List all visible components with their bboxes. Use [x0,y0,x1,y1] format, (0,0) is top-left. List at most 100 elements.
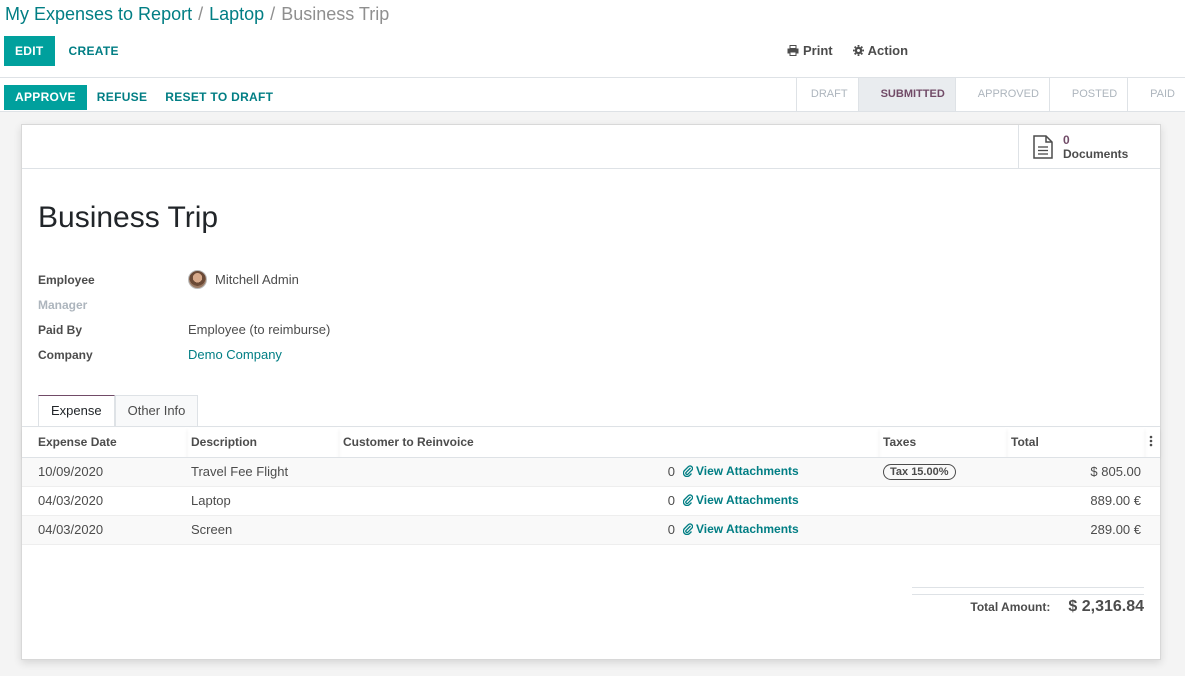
table-header-row: Expense Date Description Customer to Rei… [22,428,1160,458]
control-panel-buttons: EDIT CREATE [4,36,127,66]
status-step-approved[interactable]: APPROVED [954,78,1049,111]
company-row: Company Demo Company [38,342,330,367]
refuse-button[interactable]: REFUSE [89,82,155,112]
cell-qty: 0 [559,515,679,545]
paid-by-row: Paid By Employee (to reimburse) [38,317,330,342]
cell-qty: 0 [559,486,679,516]
form-fields: Employee Mitchell Admin Manager Paid By … [38,267,330,367]
paid-by-label: Paid By [38,322,83,337]
view-attachments-label: View Attachments [696,492,799,507]
view-attachments-link[interactable]: View Attachments [683,522,799,536]
expense-lines-table: Expense Date Description Customer to Rei… [22,428,1160,545]
cell-customer [339,515,559,545]
table-row[interactable]: 04/03/2020 Screen 0 View Attachments 289… [22,515,1160,545]
status-step-paid[interactable]: PAID [1127,78,1185,111]
notebook-tabs: Expense Other Info [38,395,199,427]
view-attachments-label: View Attachments [696,463,799,478]
view-attachments-label: View Attachments [696,521,799,536]
table-row[interactable]: 10/09/2020 Travel Fee Flight 0 View Atta… [22,457,1160,487]
status-step-posted[interactable]: POSTED [1048,78,1127,111]
breadcrumb-separator: / [198,4,204,24]
tax-badge: Tax 15.00% [883,464,956,480]
cell-total: 289.00 € [1007,515,1145,545]
paperclip-icon [683,522,693,535]
cell-total: $ 805.00 [1007,457,1145,487]
breadcrumb-item-laptop[interactable]: Laptop [209,4,264,24]
control-panel: My Expenses to Report / Laptop / Business Tr… [0,0,1185,78]
action-button[interactable]: Action [852,43,909,58]
record-title[interactable]: Business Trip [38,201,218,235]
employee-value: Mitchell Admin [215,272,299,287]
cell-attachments: View Attachments [679,515,879,545]
view-attachments-link[interactable]: View Attachments [683,493,799,507]
paperclip-icon [683,493,693,506]
column-header-expense-date[interactable]: Expense Date [22,428,187,458]
cell-total: 889.00 € [1007,486,1145,516]
column-header-taxes[interactable]: Taxes [879,428,1007,458]
status-step-submitted[interactable]: SUBMITTED [857,78,955,111]
sidebar-actions: Print Action [787,43,908,58]
printer-icon [787,45,799,56]
cell-spacer [1145,486,1160,516]
breadcrumb-separator: / [270,4,276,24]
documents-stat: 0 Documents [1063,133,1128,161]
reset-to-draft-button[interactable]: RESET TO DRAFT [157,82,281,112]
view-attachments-link[interactable]: View Attachments [683,464,799,478]
cell-attachments: View Attachments [679,457,879,487]
column-header-description[interactable]: Description [187,428,339,458]
paperclip-icon [683,464,693,477]
create-button[interactable]: CREATE [61,36,127,66]
gear-icon [852,45,864,56]
employee-row: Employee Mitchell Admin [38,267,330,292]
total-amount-value: $ 2,316.84 [1068,597,1144,615]
cell-customer [339,486,559,516]
cell-customer [339,457,559,487]
documents-button[interactable]: 0 Documents [1018,125,1160,169]
tab-other-info[interactable]: Other Info [114,395,199,427]
cell-description: Laptop [187,486,339,516]
print-label: Print [803,43,833,58]
company-link[interactable]: Demo Company [188,347,282,362]
cell-date: 10/09/2020 [22,457,187,487]
status-steps: DRAFT SUBMITTED APPROVED POSTED PAID [795,78,1185,111]
column-options[interactable] [1145,428,1160,458]
paid-by-value[interactable]: Employee (to reimburse) [188,322,330,337]
tab-expense[interactable]: Expense [38,395,115,427]
company-label: Company [38,347,93,362]
total-amount-row: Total Amount: $ 2,316.84 [912,594,1144,618]
kebab-menu-icon [1149,435,1153,447]
breadcrumb-item-expenses[interactable]: My Expenses to Report [5,4,192,24]
cell-date: 04/03/2020 [22,486,187,516]
action-label: Action [867,43,909,58]
manager-row: Manager [38,292,330,317]
statusbar-actions: APPROVE REFUSE RESET TO DRAFT [4,82,281,112]
totals-box: Total Amount: $ 2,316.84 [912,587,1144,618]
cell-taxes [879,515,1007,545]
cell-date: 04/03/2020 [22,515,187,545]
status-step-draft[interactable]: DRAFT [795,78,858,111]
edit-button[interactable]: EDIT [4,36,55,66]
statusbar: APPROVE REFUSE RESET TO DRAFT DRAFT SUBM… [0,78,1185,112]
cell-taxes: Tax 15.00% [879,457,1007,487]
print-button[interactable]: Print [787,43,833,58]
breadcrumb: My Expenses to Report / Laptop / Business Tr… [5,4,389,25]
column-header-total[interactable]: Total [1007,428,1145,458]
approve-button[interactable]: APPROVE [4,84,87,110]
cell-qty: 0 [559,457,679,487]
documents-count: 0 [1063,133,1070,147]
avatar [188,270,207,289]
total-amount-label: Total Amount: [970,599,1051,614]
employee-label: Employee [38,272,95,287]
cell-description: Screen [187,515,339,545]
cell-spacer [1145,457,1160,487]
cell-attachments: View Attachments [679,486,879,516]
cell-description: Travel Fee Flight [187,457,339,487]
tabs-divider [22,426,1160,427]
breadcrumb-current: Business Trip [281,4,390,24]
cell-taxes [879,486,1007,516]
employee-field[interactable]: Mitchell Admin [188,270,299,289]
column-header-customer[interactable]: Customer to Reinvoice [339,428,879,458]
table-row[interactable]: 04/03/2020 Laptop 0 View Attachments 889… [22,486,1160,516]
manager-label: Manager [38,297,88,312]
button-box: 0 Documents [22,125,1160,169]
